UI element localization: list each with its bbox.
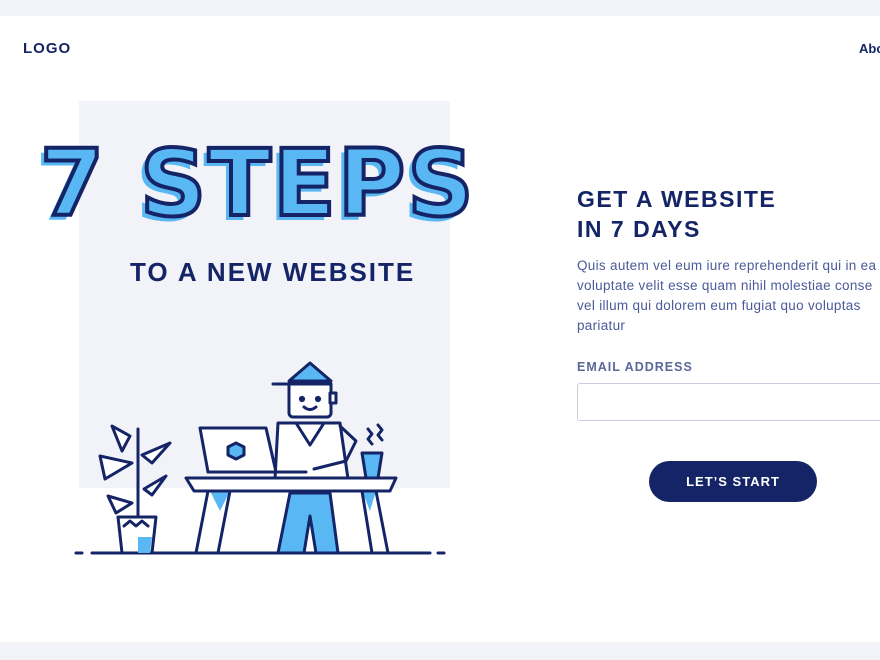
page-frame: LOGO About 7 STEPS 7 STEPS TO A NEW WEBS… — [0, 16, 880, 642]
desk-illustration — [74, 361, 446, 555]
coffee-cup-icon — [360, 451, 384, 480]
plant-icon — [98, 424, 172, 555]
hero-title-text: 7 STEPS — [38, 130, 476, 237]
logo[interactable]: LOGO — [23, 40, 71, 57]
hero-subtitle: TO A NEW WEBSITE — [130, 257, 416, 287]
form-title-line1: GET A WEBSITE — [577, 186, 777, 212]
person-icon — [271, 361, 358, 555]
description-line: Quis autem vel eum iure reprehenderit qu… — [577, 258, 877, 273]
hero-title: 7 STEPS 7 STEPS — [35, 130, 490, 239]
description-line: voluptate velit esse quam nihil molestia… — [577, 278, 873, 293]
lets-start-button[interactable]: LET’S START — [649, 461, 817, 502]
steam-icon — [366, 423, 384, 446]
form-description: Quis autem vel eum iure reprehenderit qu… — [577, 256, 880, 336]
description-line: vel illum qui dolorem eum fugiat quo vol… — [577, 298, 861, 313]
email-label: EMAIL ADDRESS — [577, 360, 693, 374]
form-title-line2: IN 7 DAYS — [577, 216, 701, 242]
description-line: pariatur — [577, 318, 626, 333]
form-title: GET A WEBSITE IN 7 DAYS — [577, 184, 776, 244]
nav-link-about[interactable]: About — [859, 41, 880, 56]
email-field[interactable] — [577, 383, 880, 421]
